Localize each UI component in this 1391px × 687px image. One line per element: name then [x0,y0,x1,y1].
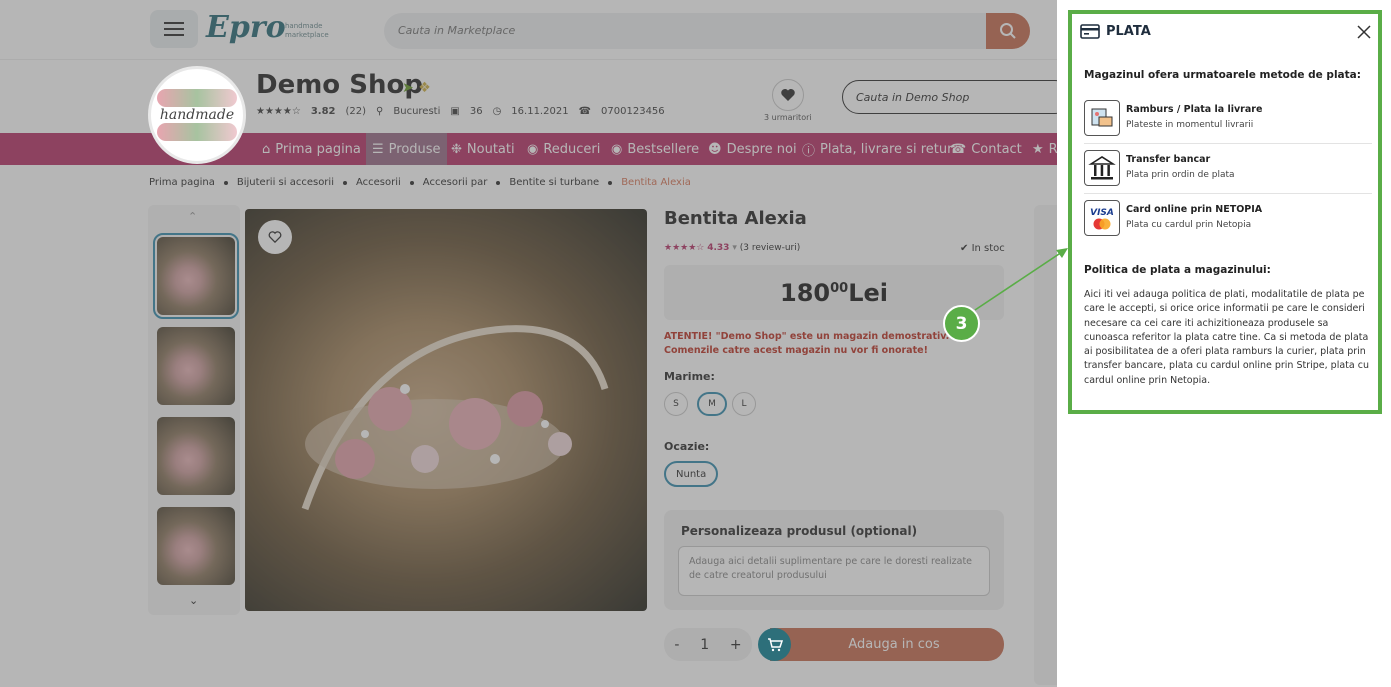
methods-heading: Magazinul ofera urmatoarele metode de pl… [1084,69,1361,81]
shop-logo[interactable]: handmade [148,66,246,164]
modal-title-text: PLATA [1106,24,1151,39]
method-desc: Plateste in momentul livrarii [1126,120,1254,130]
divider [1084,143,1372,144]
payment-method-card-netopia: VISA Card online prin NETOPIA Plata cu c… [1084,200,1372,244]
bank-icon [1084,150,1120,186]
credit-card-icon [1080,24,1100,39]
method-desc: Plata prin ordin de plata [1126,170,1235,180]
page: Epro handmade marketplace Cauta in Marke… [0,0,1391,687]
policy-heading: Politica de plata a magazinului: [1084,264,1271,276]
method-name: Card online prin NETOPIA [1126,204,1263,215]
divider [1084,193,1372,194]
method-name: Ramburs / Plata la livrare [1126,104,1263,115]
cart-glyph [767,637,783,651]
modal-title: PLATA [1080,24,1151,39]
method-desc: Plata cu cardul prin Netopia [1126,220,1252,230]
payment-method-cod: Ramburs / Plata la livrare Plateste in m… [1084,100,1372,144]
cart-icon[interactable] [758,628,791,661]
cash-on-delivery-icon [1084,100,1120,136]
policy-text: Aici iti vei adauga politica de plati, m… [1084,289,1369,386]
flower-decoration [157,123,237,141]
svg-text:VISA: VISA [1090,208,1114,218]
method-name: Transfer bancar [1126,154,1211,165]
flower-decoration [157,89,237,107]
shop-logo-text: handmade [159,107,235,123]
card-visa-mastercard-icon: VISA [1084,200,1120,236]
annotation-badge: 3 [943,305,980,342]
close-icon[interactable] [1356,24,1372,40]
payment-method-bank-transfer: Transfer bancar Plata prin ordin de plat… [1084,150,1372,194]
